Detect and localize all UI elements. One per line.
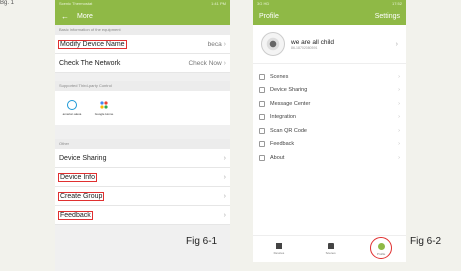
menu-integration-label: Integration [270,114,296,121]
figure-caption-2: Fig 6-2 [410,236,442,247]
tab-devices[interactable]: Devices [273,243,285,255]
chevron-right-icon: › [398,100,400,107]
feedback-label: Feedback [58,210,93,220]
feedback-row[interactable]: Feedback › [55,206,230,225]
menu-scan-qr[interactable]: Scan QR Code › [253,124,406,138]
profile-name: we are all child [291,38,334,46]
menu-device-sharing-label: Device Sharing [270,87,308,94]
chevron-right-icon: › [223,59,226,67]
tab-profile-label: Profile [376,251,386,256]
app-bar: ← More [55,8,230,25]
phone-screen-more: Scenic Thermostat 1:41 PM ← More Basic i… [55,0,230,271]
message-icon [259,100,265,107]
chevron-right-icon: › [398,127,400,134]
page-title: More [77,13,93,20]
menu-scenes[interactable]: Scenes › [253,70,406,84]
section-third-party: Supported Third-party Control [55,81,230,91]
chevron-right-icon: › [395,40,398,48]
menu-integration[interactable]: Integration › [253,111,406,125]
tab-bar: Devices Scenes Profile [253,235,406,262]
chevron-right-icon: › [398,73,400,80]
chevron-right-icon: › [223,192,226,200]
menu-about[interactable]: About › [253,151,406,165]
menu-scenes-label: Scenes [270,73,289,80]
figure-caption-1: Fig 6-1 [186,236,218,247]
device-sharing-label: Device Sharing [59,154,107,162]
home-icon [327,243,334,249]
alexa-label: amazon alexa [62,112,82,116]
chevron-right-icon: › [398,154,400,161]
tab-scenes[interactable]: Scenes [326,243,336,255]
device-sharing-row[interactable]: Device Sharing › [55,149,230,168]
app-bar: Profile Settings [253,8,406,25]
chevron-right-icon: › [223,154,226,162]
avatar [261,32,285,56]
integration-icon [259,114,265,121]
tab-devices-label: Devices [273,251,285,255]
google-home-icon[interactable]: Google Home [93,95,115,121]
status-right: 1:41 PM [211,1,226,6]
menu-scan-qr-label: Scan QR Code [270,127,307,134]
status-bar: Scenic Thermostat 1:41 PM [55,0,230,8]
devices-icon [275,243,282,249]
tab-scenes-label: Scenes [325,251,336,255]
profile-card[interactable]: we are all child 86-18702080591 › [253,25,406,64]
alexa-icon[interactable]: amazon alexa [61,95,83,121]
section-basic-info: Basic information of the equipment [55,25,230,35]
check-network-row[interactable]: Check The Network Check Now › [55,54,230,73]
phone-screen-profile: 3G HD 17:52 Profile Settings we are all … [253,0,406,262]
device-info-label: Device Info [57,172,98,182]
third-party-services: amazon alexa Google Home [55,91,230,125]
menu-feedback[interactable]: Feedback › [253,138,406,152]
create-group-row[interactable]: Create Group › [55,187,230,206]
chevron-right-icon: › [398,87,400,94]
qr-code-icon [259,127,265,134]
chevron-right-icon: › [398,141,400,148]
profile-id: 86-18702080591 [291,45,318,50]
back-arrow-icon[interactable]: ← [61,12,69,21]
status-right: 17:52 [391,1,402,6]
status-bar: 3G HD 17:52 [253,0,406,8]
status-left: 3G HD [257,1,270,6]
check-network-label: Check The Network [59,59,121,67]
settings-link[interactable]: Settings [375,13,400,20]
check-now-value: Check Now [188,59,222,67]
google-home-label: Google Home [94,112,114,116]
menu-device-sharing[interactable]: Device Sharing › [253,84,406,98]
modify-device-name-row[interactable]: Modify Device Name beca › [55,35,230,54]
feedback-icon [259,141,265,148]
share-icon [259,87,265,94]
about-icon [259,154,265,161]
top-cut-text: Bg. 1 [0,0,15,6]
chevron-right-icon: › [223,173,226,181]
scenes-icon [259,73,265,80]
page-title: Profile [259,13,279,20]
tab-profile[interactable]: Profile [370,236,392,259]
modify-device-name-label: Modify Device Name [58,39,127,49]
status-left: Scenic Thermostat [59,1,93,6]
menu-about-label: About [270,154,285,161]
google-dots-icon [100,101,108,109]
device-name-value: beca [207,40,222,48]
menu-message-center-label: Message Center [270,100,311,107]
create-group-label: Create Group [57,191,105,201]
chevron-right-icon: › [223,40,226,48]
chevron-right-icon: › [398,114,400,121]
menu-feedback-label: Feedback [270,141,295,148]
device-info-row[interactable]: Device Info › [55,168,230,187]
profile-icon [377,242,385,250]
menu-message-center[interactable]: Message Center › [253,97,406,111]
chevron-right-icon: › [223,211,226,219]
section-other: Other [55,139,230,149]
